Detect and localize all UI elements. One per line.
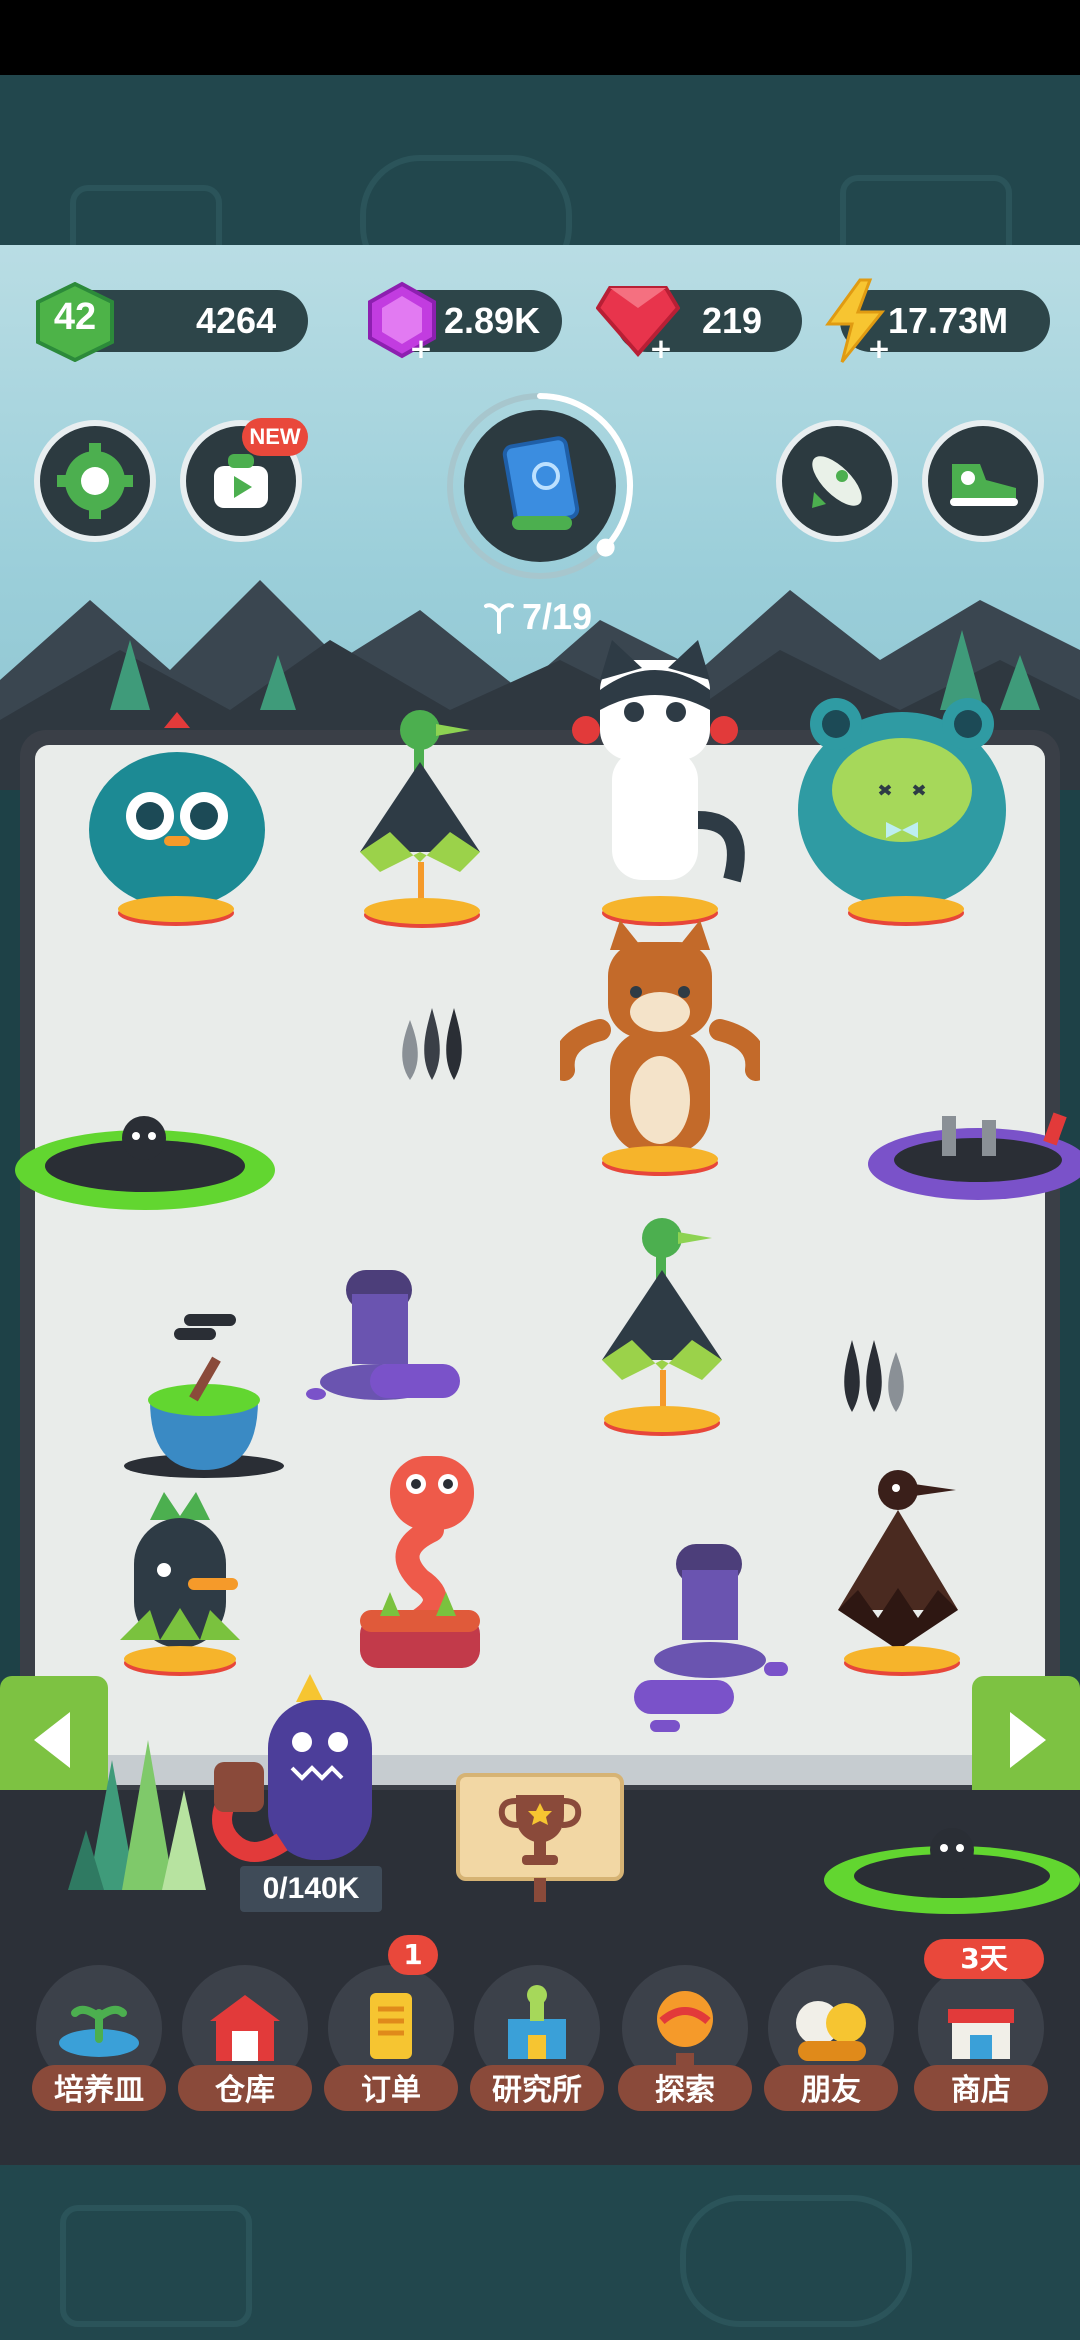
nav-warehouse[interactable]: 仓库 bbox=[178, 1965, 312, 2125]
green-crane-creature[interactable] bbox=[340, 702, 500, 932]
new-badge: NEW bbox=[242, 418, 308, 456]
settings-button[interactable] bbox=[34, 420, 156, 542]
orders-count-badge: 1 bbox=[388, 1935, 438, 1975]
xp-value: 4264 bbox=[196, 300, 277, 341]
purple-magnet-monster[interactable] bbox=[212, 1672, 392, 1872]
blue-book-icon bbox=[502, 436, 580, 530]
trophy-icon bbox=[498, 1795, 582, 1865]
nav-petri-dish[interactable]: 培养皿 bbox=[32, 1965, 166, 2125]
next-board-button[interactable] bbox=[972, 1676, 1080, 1804]
purple-pipe-spill bbox=[300, 1264, 470, 1464]
dark-tree-cluster-2 bbox=[844, 1340, 904, 1412]
fox-creature[interactable] bbox=[552, 920, 768, 1180]
add-ruby-icon[interactable]: + bbox=[648, 335, 674, 363]
dark-tree-cluster bbox=[402, 1008, 462, 1080]
nav-label-friends: 朋友 bbox=[764, 2065, 898, 2111]
dark-crow-creature[interactable] bbox=[828, 1460, 978, 1680]
level-number: 42 bbox=[53, 296, 97, 338]
nav-shop[interactable]: 商店 3天 bbox=[914, 1939, 1048, 2125]
trophy-post bbox=[534, 1878, 546, 1902]
husky-creature[interactable] bbox=[572, 640, 752, 930]
nav-label-petri-dish: 培养皿 bbox=[32, 2065, 166, 2111]
ruby-value: 219 bbox=[702, 300, 763, 341]
lab-capacity-label: 0/140K bbox=[240, 1866, 382, 1912]
rocket-button[interactable] bbox=[776, 420, 898, 542]
status-bar bbox=[0, 0, 1080, 75]
nav-friends[interactable]: 朋友 bbox=[764, 1965, 898, 2125]
energy-value: 17.73M bbox=[888, 300, 1009, 341]
decorative-header bbox=[0, 75, 1080, 287]
collection-progress-text: 7/19 bbox=[521, 596, 593, 637]
nav-label-shop: 商店 bbox=[914, 2065, 1048, 2111]
green-slime-puddle-2 bbox=[816, 1820, 1080, 1924]
cauldron[interactable] bbox=[120, 1310, 288, 1480]
green-slime-puddle bbox=[10, 1110, 280, 1224]
teal-bird-creature[interactable] bbox=[84, 700, 270, 930]
pine-tree-cluster bbox=[68, 1740, 206, 1890]
rocket-icon bbox=[812, 456, 862, 508]
green-crane-creature-2[interactable] bbox=[582, 1210, 742, 1440]
add-energy-icon[interactable]: + bbox=[866, 335, 892, 363]
arrow-right-icon bbox=[1010, 1712, 1046, 1768]
sneaker-button[interactable] bbox=[922, 420, 1044, 542]
shop-timer-badge: 3天 bbox=[924, 1939, 1044, 1979]
snake-cake-creature[interactable] bbox=[350, 1450, 490, 1680]
add-purple-gem-icon[interactable]: + bbox=[408, 335, 434, 363]
nav-label-explore: 探索 bbox=[618, 2065, 752, 2111]
nav-orders[interactable]: 订单 1 bbox=[324, 1935, 458, 2125]
nav-explore[interactable]: 探索 bbox=[618, 1965, 752, 2125]
gear-icon bbox=[57, 443, 133, 519]
purple-pipe-spill-2 bbox=[630, 1540, 790, 1740]
trophy-button[interactable] bbox=[456, 1773, 624, 1881]
nav-label-institute: 研究所 bbox=[470, 2065, 604, 2111]
penguin-plant-creature[interactable] bbox=[110, 1490, 250, 1680]
encyclopedia-book-button[interactable] bbox=[466, 412, 614, 560]
sneaker-icon bbox=[950, 464, 1018, 506]
frog-hood-creature[interactable] bbox=[796, 690, 1008, 930]
sprout-icon bbox=[484, 603, 514, 634]
purple-gem-value: 2.89K bbox=[444, 300, 541, 341]
decorative-footer bbox=[0, 2165, 1080, 2340]
nav-institute[interactable]: 研究所 bbox=[470, 1965, 604, 2125]
nav-label-orders: 订单 bbox=[324, 2065, 458, 2111]
nav-label-warehouse: 仓库 bbox=[178, 2065, 312, 2111]
purple-junk-puddle bbox=[858, 1100, 1080, 1214]
